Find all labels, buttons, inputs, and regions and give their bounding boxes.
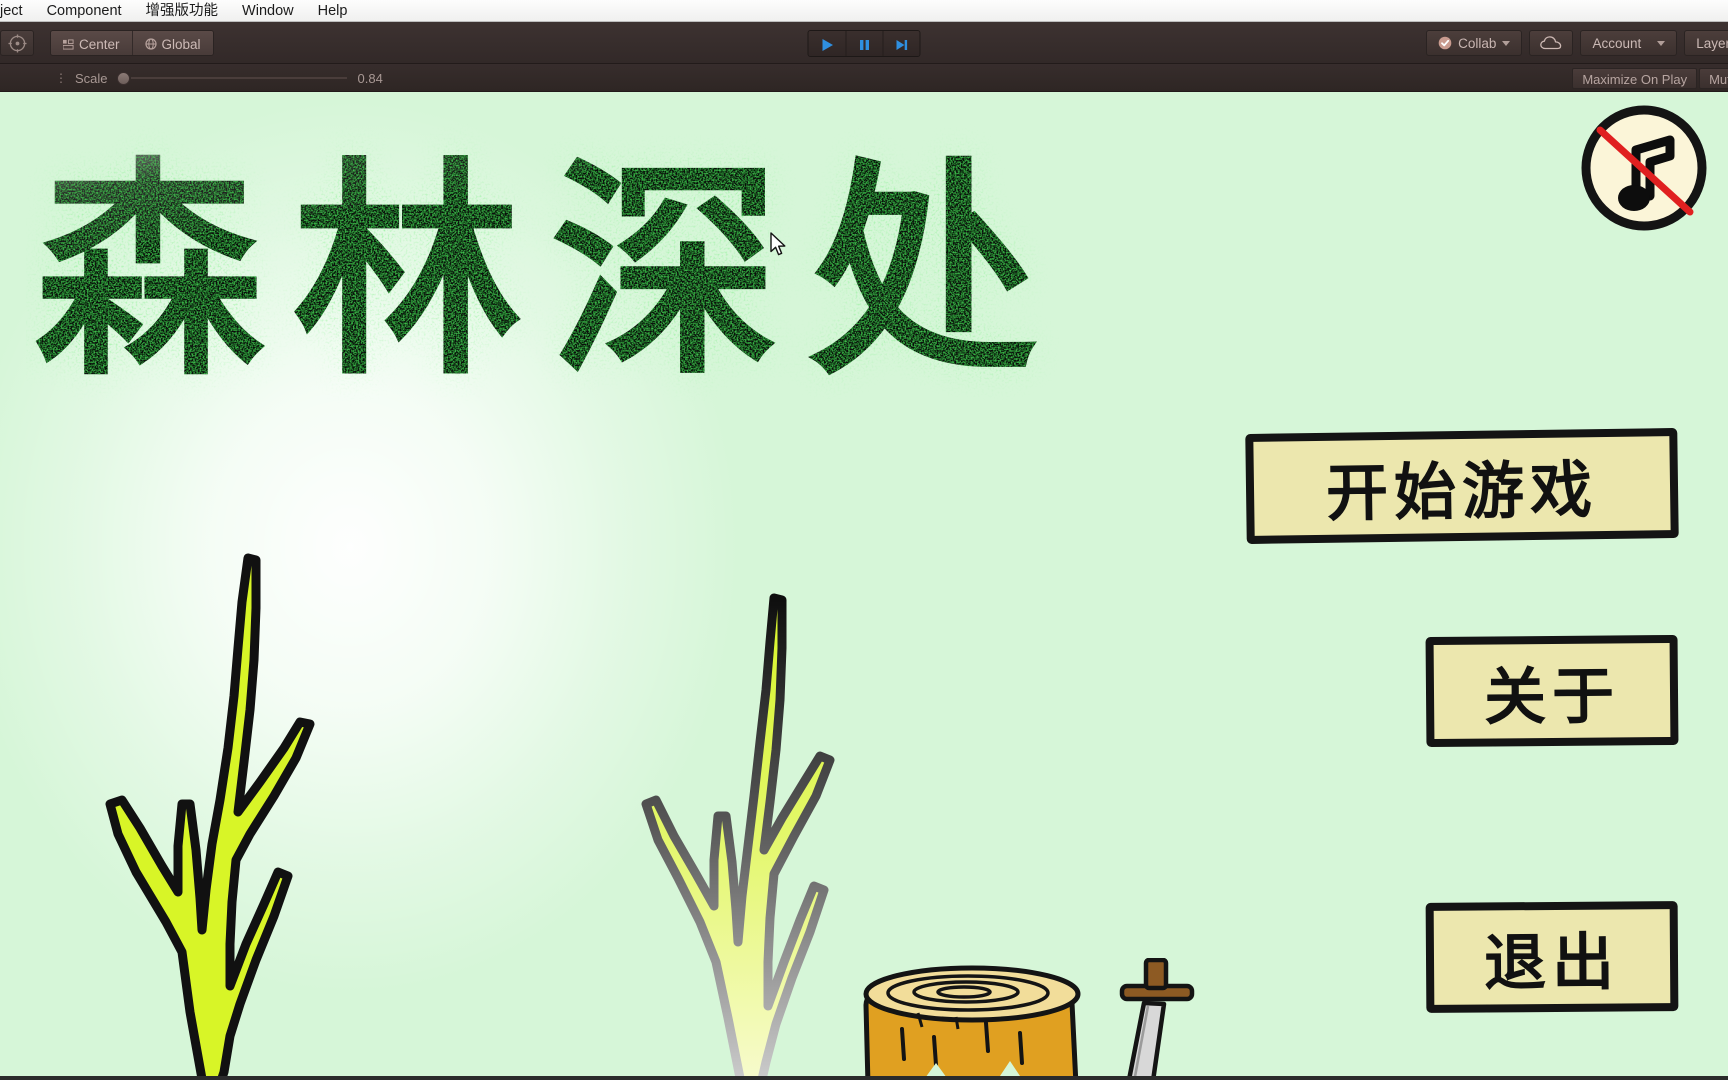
step-icon [896, 39, 908, 50]
pivot-center-button[interactable]: Center [51, 31, 132, 55]
scale-control-group: ⋮ Scale 0.84 [55, 64, 383, 92]
tree-stump [863, 965, 1081, 1080]
step-button[interactable] [882, 31, 920, 56]
menu-item-project[interactable]: ject [0, 0, 35, 22]
layers-button[interactable]: Layer [1684, 30, 1728, 56]
playback-controls [807, 30, 921, 57]
music-muted-svg [1581, 105, 1707, 231]
branch-left [105, 553, 315, 1080]
maximize-on-play-button[interactable]: Maximize On Play [1572, 67, 1698, 89]
cloud-icon [1540, 36, 1562, 50]
menu-bar: ject Component 增强版功能 Window Help [0, 0, 1728, 22]
title-text: 森林深处 [34, 140, 1066, 407]
scale-label: Scale [75, 70, 108, 86]
drag-grip-icon[interactable]: ⋮ [55, 71, 67, 85]
game-title: 森林深处 森林深处 [26, 120, 1146, 410]
game-view[interactable]: 森林深处 森林深处 开始游戏 关于 退出 [0, 92, 1728, 1080]
account-label: Account [1592, 35, 1642, 51]
pivot-center-label: Center [79, 36, 120, 52]
ground-line [0, 1076, 1728, 1080]
pause-button[interactable] [845, 31, 883, 56]
play-button[interactable] [808, 31, 846, 56]
pivot-toggle-group: Center Global [50, 30, 214, 56]
pivot-center-icon [63, 38, 74, 50]
globe-icon [144, 38, 157, 50]
move-tool-button[interactable] [0, 30, 34, 56]
collab-label: Collab [1458, 35, 1497, 51]
about-button[interactable]: 关于 [1426, 635, 1678, 747]
scale-slider-track [130, 77, 347, 79]
menu-item-enhanced-features[interactable]: 增强版功能 [134, 0, 231, 22]
sword [1119, 958, 1195, 1080]
mute-audio-button[interactable]: Mute [1699, 67, 1728, 89]
scale-value: 0.84 [357, 70, 383, 86]
editor-toolbar: Center Global Collab Account Layer [0, 22, 1728, 64]
menu-item-help[interactable]: Help [306, 0, 360, 22]
exit-button[interactable]: 退出 [1426, 902, 1678, 1012]
branch-right [641, 593, 835, 1080]
layers-label: Layer [1696, 35, 1728, 51]
rotation-global-button[interactable]: Global [131, 31, 213, 55]
rotation-global-label: Global [161, 36, 201, 52]
music-muted-icon[interactable] [1578, 102, 1710, 234]
collab-check-icon [1438, 36, 1452, 50]
chevron-down-icon [1657, 40, 1666, 46]
pause-icon [860, 39, 869, 50]
scale-slider[interactable] [116, 64, 347, 92]
scale-slider-knob[interactable] [116, 71, 130, 85]
account-button[interactable]: Account [1580, 30, 1678, 56]
play-icon [822, 38, 833, 51]
unity-editor-window: ject Component 增强版功能 Window Help Center … [0, 0, 1728, 1080]
chevron-down-icon [1502, 40, 1511, 46]
menu-item-component[interactable]: Component [35, 0, 134, 22]
game-view-options: Maximize On Play Mute [1572, 64, 1728, 92]
collab-button[interactable]: Collab [1426, 30, 1523, 56]
menu-item-window[interactable]: Window [230, 0, 306, 22]
game-title-svg: 森林深处 森林深处 [34, 140, 1066, 407]
start-game-button[interactable]: 开始游戏 [1246, 429, 1678, 543]
mouse-cursor [770, 232, 786, 256]
move-tool-icon [7, 33, 27, 53]
game-view-toolbar: ⋮ Scale 0.84 Maximize On Play Mute [0, 64, 1728, 92]
cloud-services-button[interactable] [1529, 30, 1574, 56]
